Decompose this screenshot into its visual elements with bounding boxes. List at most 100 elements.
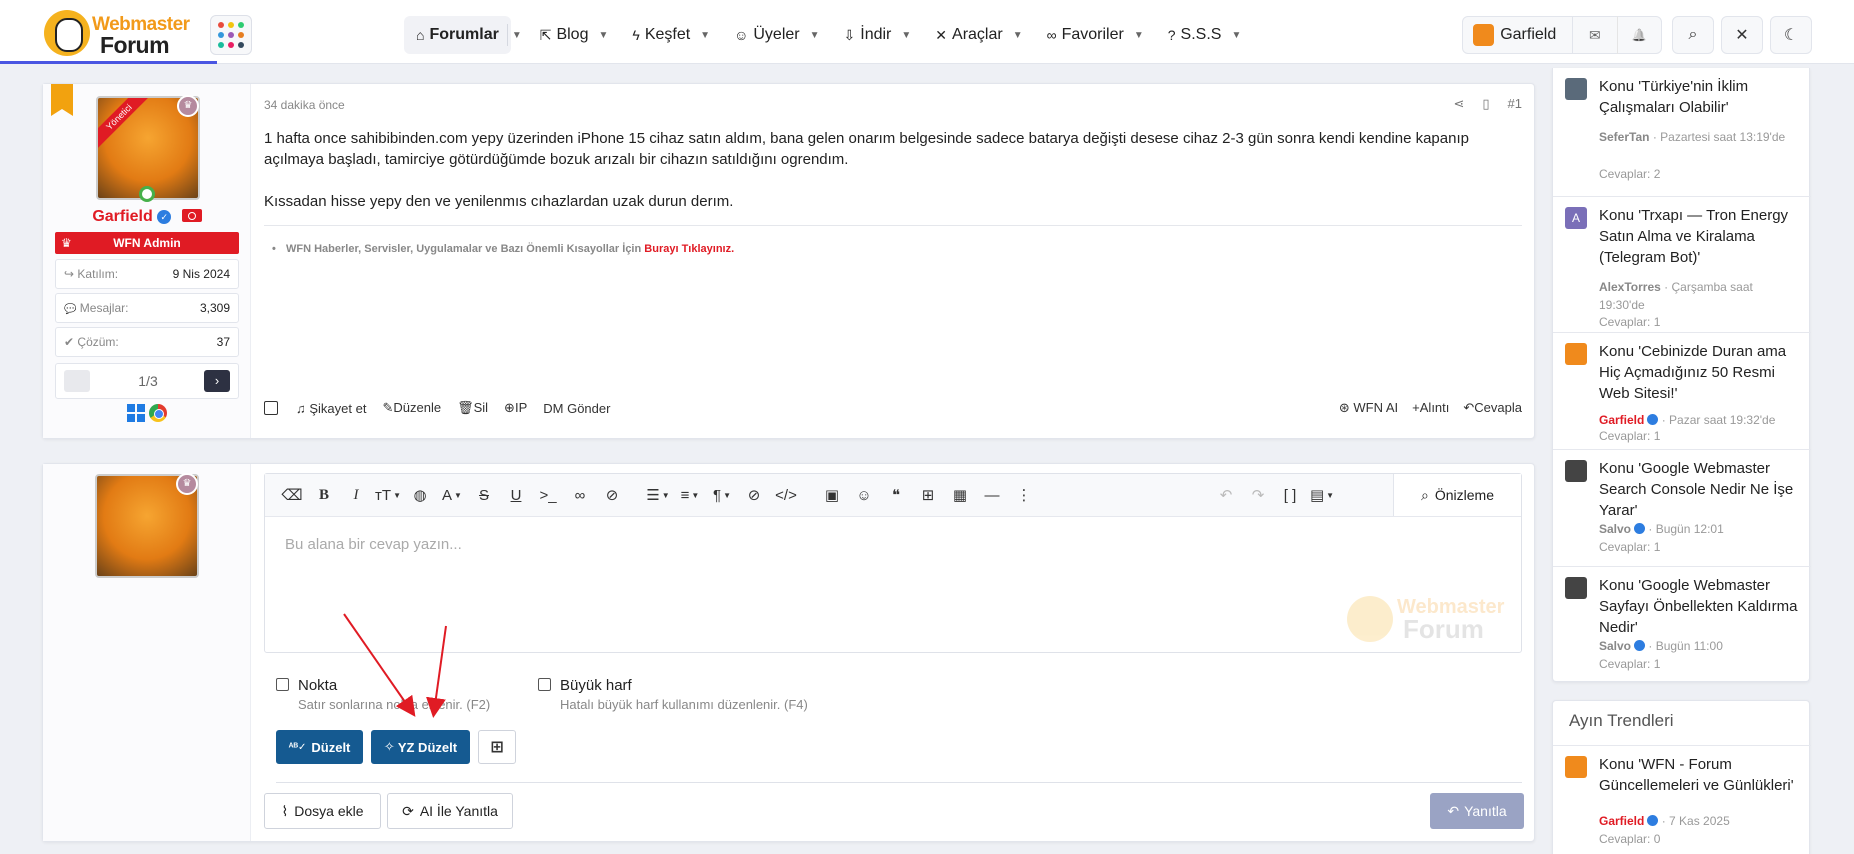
quote-button[interactable]: +Alıntı <box>1412 400 1449 416</box>
ai-fix-button[interactable]: ✧ YZ Düzelt <box>371 730 470 764</box>
search-icon[interactable]: ⌕ <box>1672 16 1714 54</box>
nav-sss[interactable]: ? S.S.S ▼ <box>1156 16 1254 54</box>
align-icon[interactable]: ≡ ▼ <box>675 480 705 510</box>
top-navbar: Webmaster Forum ⌂ Forumlar ▼ ⇱ Blog ▼ ϟ … <box>0 0 1854 64</box>
submit-reply-button[interactable]: ↶ Yanıtla <box>1430 793 1524 829</box>
ai-reply-button[interactable]: ⟳ AI İle Yanıtla <box>387 793 513 829</box>
thread-user[interactable]: Garfield <box>1599 814 1644 828</box>
more-options-icon[interactable]: ⋮ <box>1009 480 1039 510</box>
spoiler-icon[interactable]: ⊘ <box>597 480 627 510</box>
thread-title[interactable]: Konu 'Cebinizde Duran ama Hiç Açmadığını… <box>1599 341 1799 404</box>
insert-link-icon[interactable]: ⊘ <box>739 480 769 510</box>
redo-icon[interactable]: ↷ <box>1243 480 1273 510</box>
table-icon[interactable]: ⊞ <box>913 480 943 510</box>
paperclip-icon: ⌇ <box>281 802 289 819</box>
nav-kesfet[interactable]: ϟ Keşfet ▼ <box>620 16 722 54</box>
nav-forumlar[interactable]: ⌂ Forumlar <box>404 16 511 54</box>
nokta-checkbox[interactable] <box>276 678 289 691</box>
thread-item[interactable]: Konu 'Cebinizde Duran ama Hiç Açmadığını… <box>1553 333 1811 450</box>
strikethrough-icon[interactable]: S <box>469 480 499 510</box>
thread-item[interactable]: Konu 'Google Webmaster Sayfayı Önbellekt… <box>1553 567 1811 682</box>
report-button[interactable]: ♫ Şikayet et <box>296 401 366 416</box>
list-icon[interactable]: ☰ ▼ <box>643 480 673 510</box>
post-time[interactable]: 34 dakika önce <box>264 98 345 112</box>
apps-grid-button[interactable] <box>210 15 252 55</box>
clear-format-icon[interactable]: ⌫ <box>277 480 307 510</box>
thread-title[interactable]: Konu 'WFN - Forum Güncellemeleri ve Günl… <box>1599 754 1799 796</box>
bold-icon[interactable]: B <box>309 480 339 510</box>
quote-icon[interactable]: ❝ <box>881 480 911 510</box>
share-icon[interactable]: ⋖ <box>1453 96 1464 112</box>
thread-user[interactable]: SeferTan <box>1599 130 1649 144</box>
select-post-checkbox[interactable] <box>264 401 278 415</box>
media-icon[interactable]: ▦ <box>945 480 975 510</box>
thread-title[interactable]: Konu 'Google Webmaster Search Console Ne… <box>1599 458 1799 521</box>
font-family-icon[interactable]: A ▼ <box>437 480 467 510</box>
post-number[interactable]: #1 <box>1508 96 1522 112</box>
bell-icon[interactable]: 🔔 <box>1616 16 1661 54</box>
thread-user[interactable]: Garfield <box>1599 413 1644 427</box>
option-nokta[interactable]: Nokta Satır sonlarına nokta eklenir. (F2… <box>276 677 490 712</box>
attach-file-button[interactable]: ⌇ Dosya ekle <box>264 793 381 829</box>
question-icon: ? <box>1167 27 1176 43</box>
tools-icon[interactable]: ✕ <box>1721 16 1763 54</box>
paragraph-icon[interactable]: ¶ ▼ <box>707 480 737 510</box>
inline-code-icon[interactable]: >_ <box>533 480 563 510</box>
underline-icon[interactable]: U <box>501 480 531 510</box>
chevron-down-icon: ▼ <box>511 29 522 41</box>
pager-next-button[interactable]: › <box>204 370 230 392</box>
user-name[interactable]: Garfield <box>1500 26 1556 44</box>
thread-title[interactable]: Konu 'Trxapı — Tron Energy Satın Alma ve… <box>1599 205 1799 268</box>
quote-label: Alıntı <box>1419 400 1450 415</box>
thread-item[interactable]: Konu 'WFN - Forum Güncellemeleri ve Günl… <box>1553 746 1811 854</box>
reply-textarea[interactable]: Bu alana bir cevap yazın... <box>285 536 462 553</box>
thread-item[interactable]: A Konu 'Trxapı — Tron Energy Satın Alma … <box>1553 197 1811 333</box>
monthly-trends-widget: Ayın Trendleri Konu 'WFN - Forum Güncell… <box>1552 700 1811 854</box>
thread-title[interactable]: Konu 'Türkiye'nin İklim Çalışmaları Olab… <box>1599 76 1799 118</box>
option-buyuk-harf[interactable]: Büyük harf Hatalı büyük harf kullanımı d… <box>538 677 808 712</box>
nav-uyeler[interactable]: ☺ Üyeler ▼ <box>722 16 831 54</box>
nav-forumlar-dropdown[interactable]: ▼ <box>512 16 528 54</box>
palette-icon[interactable]: ◍ <box>405 480 435 510</box>
wfn-ai-button[interactable]: ⊛ WFN AI <box>1339 400 1398 416</box>
author-name[interactable]: Garfield ✓ <box>43 208 251 226</box>
nav-araclar[interactable]: ✕ Araçlar ▼ <box>923 16 1034 54</box>
thread-user[interactable]: Salvo <box>1599 522 1631 536</box>
delete-button[interactable]: 🗑Sil <box>457 400 488 416</box>
buyuk-harf-checkbox[interactable] <box>538 678 551 691</box>
thread-item[interactable]: Konu 'Türkiye'nin İklim Çalışmaları Olab… <box>1553 68 1811 197</box>
link-icon[interactable]: ∞ <box>565 480 595 510</box>
image-icon[interactable]: ▣ <box>817 480 847 510</box>
mail-icon[interactable]: ✉ <box>1572 16 1616 54</box>
nav-favoriler[interactable]: ∞ Favoriler ▼ <box>1035 16 1156 54</box>
thread-user[interactable]: Salvo <box>1599 639 1631 653</box>
dm-button[interactable]: DM Gönder <box>543 401 610 416</box>
thread-item[interactable]: Konu 'Google Webmaster Search Console Ne… <box>1553 450 1811 567</box>
fix-button[interactable]: ᴬᴮ✓ Düzelt <box>276 730 363 764</box>
drafts-icon[interactable]: ▤ ▼ <box>1307 480 1337 510</box>
font-size-icon[interactable]: тT ▼ <box>373 480 403 510</box>
preview-button[interactable]: ⌕ Önizleme <box>1393 474 1521 516</box>
italic-icon[interactable]: I <box>341 480 371 510</box>
nav-blog[interactable]: ⇱ Blog ▼ <box>528 16 621 54</box>
site-logo[interactable]: Webmaster Forum <box>44 10 196 58</box>
expand-options-button[interactable]: ⊞ <box>478 730 516 764</box>
user-avatar[interactable] <box>1473 24 1495 46</box>
undo-icon[interactable]: ↶ <box>1211 480 1241 510</box>
horizontal-line-icon[interactable]: — <box>977 480 1007 510</box>
chevron-down-icon: ▼ <box>1133 29 1144 41</box>
edit-button[interactable]: ✎Düzenle <box>382 400 441 416</box>
nav-indir[interactable]: ⇩ İndir ▼ <box>832 16 924 54</box>
emoji-icon[interactable]: ☺ <box>849 480 879 510</box>
globe-icon: ⊕ <box>504 400 515 415</box>
thread-user[interactable]: AlexTorres <box>1599 280 1661 294</box>
toggle-bbcode-icon[interactable]: [ ] <box>1275 480 1305 510</box>
code-icon[interactable]: </> <box>771 480 801 510</box>
bookmark-icon[interactable]: ▯ <box>1482 96 1489 112</box>
reply-button[interactable]: ↶Cevapla <box>1463 400 1522 416</box>
thread-title[interactable]: Konu 'Google Webmaster Sayfayı Önbellekt… <box>1599 575 1799 638</box>
signature-link[interactable]: Burayı Tıklayınız. <box>644 243 734 255</box>
ip-button[interactable]: ⊕IP <box>504 400 527 416</box>
theme-toggle-icon[interactable]: ☾ <box>1770 16 1812 54</box>
chrome-icon <box>149 404 167 422</box>
